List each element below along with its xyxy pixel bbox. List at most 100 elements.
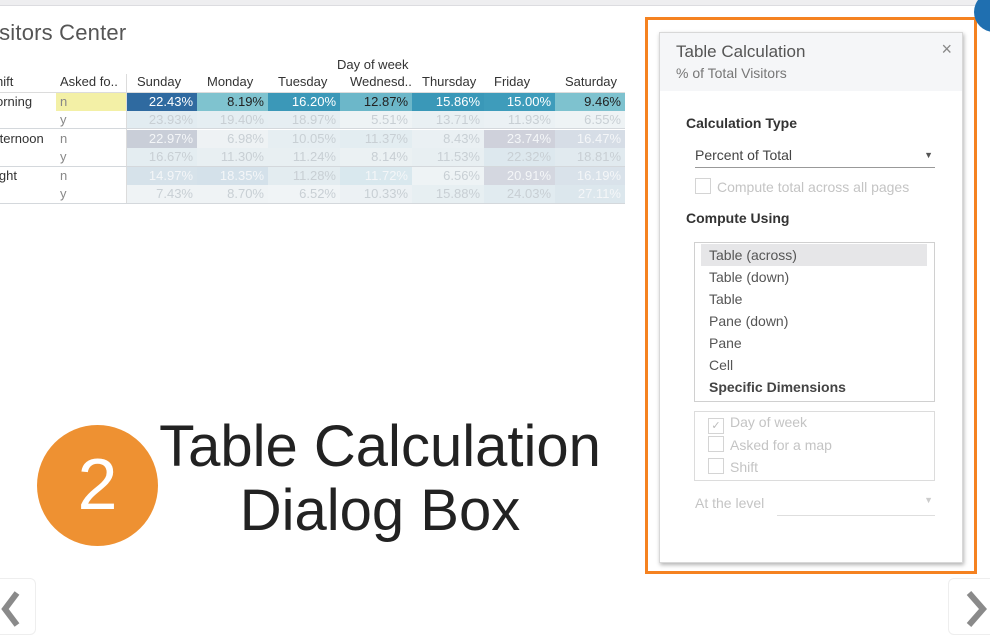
column-group-header: Day of week bbox=[337, 57, 409, 72]
table-cell[interactable]: 7.43% bbox=[127, 185, 197, 203]
table-cell[interactable]: 11.53% bbox=[412, 148, 484, 166]
table-cell[interactable]: 15.88% bbox=[412, 185, 484, 203]
column-header[interactable]: Thursday bbox=[422, 74, 476, 89]
table-cell[interactable]: 8.19% bbox=[197, 93, 268, 111]
table-cell[interactable]: 18.81% bbox=[555, 148, 625, 166]
dimension-checkbox-day-of-week[interactable]: ✓ Day of week bbox=[708, 414, 807, 434]
table-cell[interactable]: 8.70% bbox=[197, 185, 268, 203]
table-cell[interactable]: 23.93% bbox=[127, 111, 197, 129]
at-the-level-label: At the level bbox=[695, 495, 765, 511]
dimension-checkbox-asked-for-map[interactable]: Asked for a map bbox=[708, 436, 832, 453]
dimension-label: Day of week bbox=[730, 414, 808, 430]
row-label-asked[interactable]: n bbox=[60, 131, 67, 146]
compute-using-option[interactable]: Cell bbox=[701, 354, 927, 376]
compute-using-option[interactable]: Table (across) bbox=[701, 244, 927, 266]
checkbox-icon bbox=[695, 178, 711, 194]
row-label-asked[interactable]: y bbox=[60, 149, 67, 164]
table-cell[interactable]: 20.91% bbox=[484, 167, 555, 185]
table-cell[interactable]: 22.43% bbox=[127, 93, 197, 111]
calculation-type-label: Calculation Type bbox=[686, 115, 797, 131]
row-header-shift[interactable]: hift bbox=[0, 74, 13, 89]
next-button[interactable] bbox=[948, 578, 990, 635]
calculation-type-select[interactable]: Percent of Total ▼ bbox=[695, 143, 935, 168]
row-label-shift[interactable]: orning bbox=[0, 94, 32, 109]
table-cell[interactable]: 10.05% bbox=[268, 130, 340, 148]
row-label-shift[interactable]: fternoon bbox=[0, 131, 44, 146]
column-header[interactable]: Monday bbox=[207, 74, 253, 89]
dimensions-list: ✓ Day of week Asked for a map Shift bbox=[694, 411, 935, 481]
table-cell[interactable]: 6.56% bbox=[412, 167, 484, 185]
row-header-asked[interactable]: Asked fo.. bbox=[60, 74, 118, 89]
table-cell[interactable]: 23.74% bbox=[484, 130, 555, 148]
table-cell[interactable]: 11.72% bbox=[340, 167, 412, 185]
table-cell[interactable]: 22.32% bbox=[484, 148, 555, 166]
compute-using-option[interactable]: Table (down) bbox=[701, 266, 927, 288]
table-cell[interactable]: 10.33% bbox=[340, 185, 412, 203]
compute-using-option[interactable]: Specific Dimensions bbox=[701, 376, 927, 398]
checkbox-icon bbox=[708, 436, 724, 452]
row-label-shift[interactable]: ight bbox=[0, 168, 17, 183]
checkbox-checked-icon: ✓ bbox=[708, 418, 724, 434]
table-cell[interactable]: 19.40% bbox=[197, 111, 268, 129]
compute-using-label: Compute Using bbox=[686, 210, 790, 226]
compute-all-pages-checkbox[interactable]: Compute total across all pages bbox=[695, 178, 909, 195]
table-cell[interactable]: 11.30% bbox=[197, 148, 268, 166]
table-cell[interactable]: 16.19% bbox=[555, 167, 625, 185]
compute-using-option[interactable]: Table bbox=[701, 288, 927, 310]
dimension-label: Asked for a map bbox=[730, 437, 832, 453]
column-header[interactable]: Friday bbox=[494, 74, 530, 89]
table-cell[interactable]: 6.98% bbox=[197, 130, 268, 148]
table-cell[interactable]: 11.93% bbox=[484, 111, 555, 129]
row-label-asked[interactable]: y bbox=[60, 186, 67, 201]
column-header[interactable]: Wednesd.. bbox=[350, 74, 412, 89]
table-cell[interactable]: 6.55% bbox=[555, 111, 625, 129]
table-cell[interactable]: 24.03% bbox=[484, 185, 555, 203]
table-cell[interactable]: 12.87% bbox=[340, 93, 412, 111]
compute-using-option[interactable]: Pane (down) bbox=[701, 310, 927, 332]
table-cell[interactable]: 11.37% bbox=[340, 130, 412, 148]
table-cell[interactable]: 22.97% bbox=[127, 130, 197, 148]
table-cell[interactable]: 9.46% bbox=[555, 93, 625, 111]
table-cell[interactable]: 16.67% bbox=[127, 148, 197, 166]
callout-title-line2: Dialog Box bbox=[239, 478, 521, 543]
table-cell[interactable]: 18.35% bbox=[197, 167, 268, 185]
table-bottom-border bbox=[0, 203, 625, 204]
table-cell[interactable]: 8.43% bbox=[412, 130, 484, 148]
table-cell[interactable]: 16.47% bbox=[555, 130, 625, 148]
chevron-down-icon: ▼ bbox=[924, 495, 933, 505]
table-calculation-dialog: Table Calculation % of Total Visitors × … bbox=[659, 32, 963, 563]
table-cell[interactable]: 14.97% bbox=[127, 167, 197, 185]
table-cell[interactable]: 13.71% bbox=[412, 111, 484, 129]
row-group-divider bbox=[0, 128, 625, 129]
callout-title-line1: Table Calculation bbox=[159, 414, 601, 479]
chevron-down-icon: ▼ bbox=[924, 150, 933, 160]
compute-all-pages-label: Compute total across all pages bbox=[717, 179, 910, 195]
row-group-divider bbox=[0, 166, 625, 167]
dimension-checkbox-shift[interactable]: Shift bbox=[708, 458, 758, 475]
table-cell[interactable]: 27.11% bbox=[555, 185, 625, 203]
column-header[interactable]: Tuesday bbox=[278, 74, 327, 89]
table-cell[interactable]: 11.28% bbox=[268, 167, 340, 185]
table-cell[interactable]: 11.24% bbox=[268, 148, 340, 166]
column-header[interactable]: Sunday bbox=[137, 74, 181, 89]
table-cell[interactable]: 5.51% bbox=[340, 111, 412, 129]
chevron-left-icon bbox=[1, 591, 20, 627]
table-cell[interactable]: 8.14% bbox=[340, 148, 412, 166]
row-label-asked[interactable]: n bbox=[60, 168, 67, 183]
compute-using-list[interactable]: Table (across) Table (down) Table Pane (… bbox=[694, 242, 935, 402]
row-label-asked[interactable]: n bbox=[60, 94, 67, 109]
table-cell[interactable]: 18.97% bbox=[268, 111, 340, 129]
checkbox-icon bbox=[708, 458, 724, 474]
table-cell[interactable]: 6.52% bbox=[268, 185, 340, 203]
dialog-title: Table Calculation bbox=[676, 42, 806, 61]
at-the-level-select[interactable]: ▼ bbox=[777, 493, 935, 516]
close-icon[interactable]: × bbox=[941, 39, 952, 60]
previous-button[interactable] bbox=[0, 578, 36, 635]
table-cell[interactable]: 15.86% bbox=[412, 93, 484, 111]
table-cell[interactable]: 16.20% bbox=[268, 93, 340, 111]
compute-using-option[interactable]: Pane bbox=[701, 332, 927, 354]
vertical-divider bbox=[126, 74, 127, 204]
row-label-asked[interactable]: y bbox=[60, 112, 67, 127]
table-cell[interactable]: 15.00% bbox=[484, 93, 555, 111]
column-header[interactable]: Saturday bbox=[565, 74, 617, 89]
